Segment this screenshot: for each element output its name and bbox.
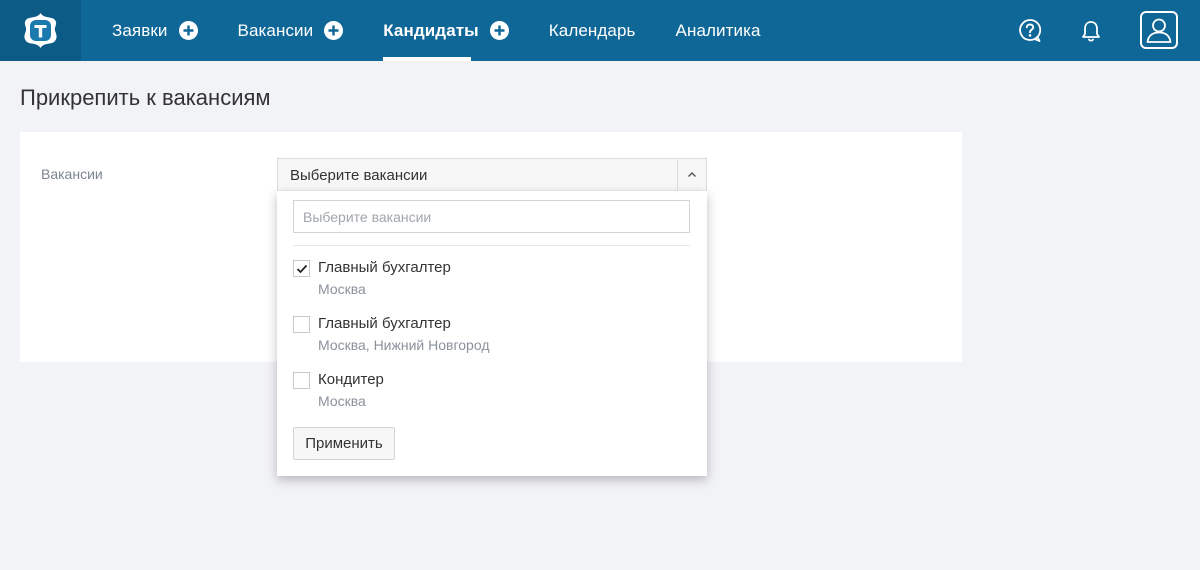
notifications-button[interactable] — [1078, 0, 1104, 61]
vacancy-search-input[interactable] — [293, 200, 690, 233]
checkmark-icon — [296, 264, 307, 273]
vacancy-title: Кондитер — [318, 371, 384, 388]
top-navbar: Заявки Вакансии Кандидаты Календарь Анал — [0, 0, 1200, 61]
vacancies-dropdown: Главный бухгалтер Москва Главный бухгалт… — [277, 191, 707, 476]
nav-item-analytics[interactable]: Аналитика — [656, 0, 781, 61]
vacancy-option[interactable]: Главный бухгалтер Москва — [293, 255, 690, 305]
nav-item-vacancies[interactable]: Вакансии — [218, 0, 364, 61]
select-value: Выберите вакансии — [290, 167, 428, 184]
nav-item-label: Кандидаты — [383, 20, 479, 40]
nav-item-requests[interactable]: Заявки — [92, 0, 218, 61]
add-vacancy-icon[interactable] — [324, 21, 344, 40]
vacancy-title: Главный бухгалтер — [318, 259, 451, 276]
vacancy-option[interactable]: Главный бухгалтер Москва, Нижний Новгоро… — [293, 311, 690, 361]
vacancy-location: Москва — [318, 281, 366, 297]
vacancy-checkbox[interactable] — [293, 260, 310, 277]
vacancy-location: Москва, Нижний Новгород — [318, 337, 490, 353]
vacancy-title: Главный бухгалтер — [318, 315, 451, 332]
nav-item-label: Аналитика — [675, 20, 761, 40]
nav-item-label: Заявки — [112, 20, 168, 40]
page-title: Прикрепить к вакансиям — [20, 85, 271, 110]
vacancy-option[interactable]: Кондитер Москва — [293, 367, 690, 417]
logo-link[interactable] — [0, 0, 81, 61]
nav-item-candidates[interactable]: Кандидаты — [363, 0, 529, 61]
select-toggle[interactable] — [677, 159, 706, 190]
chevron-up-icon — [688, 172, 696, 177]
nav-item-label: Календарь — [548, 20, 636, 40]
help-icon — [1019, 18, 1042, 42]
nav-item-label: Вакансии — [237, 20, 314, 40]
bell-icon — [1082, 20, 1100, 42]
vacancy-checkbox[interactable] — [293, 316, 310, 333]
apply-button[interactable]: Применить — [293, 427, 395, 460]
add-request-icon[interactable] — [178, 21, 198, 40]
profile-icon — [1146, 18, 1172, 43]
nav-item-calendar[interactable]: Календарь — [529, 0, 656, 61]
vacancies-label: Вакансии — [41, 166, 103, 182]
divider — [293, 245, 690, 246]
profile-button[interactable] — [1140, 11, 1178, 49]
main-nav: Заявки Вакансии Кандидаты Календарь Анал — [92, 0, 781, 61]
vacancies-select[interactable]: Выберите вакансии — [277, 158, 707, 191]
vacancy-location: Москва — [318, 393, 366, 409]
help-button[interactable] — [1016, 0, 1044, 61]
add-candidate-icon[interactable] — [489, 21, 509, 40]
logo-icon — [24, 13, 57, 48]
vacancy-checkbox[interactable] — [293, 372, 310, 389]
